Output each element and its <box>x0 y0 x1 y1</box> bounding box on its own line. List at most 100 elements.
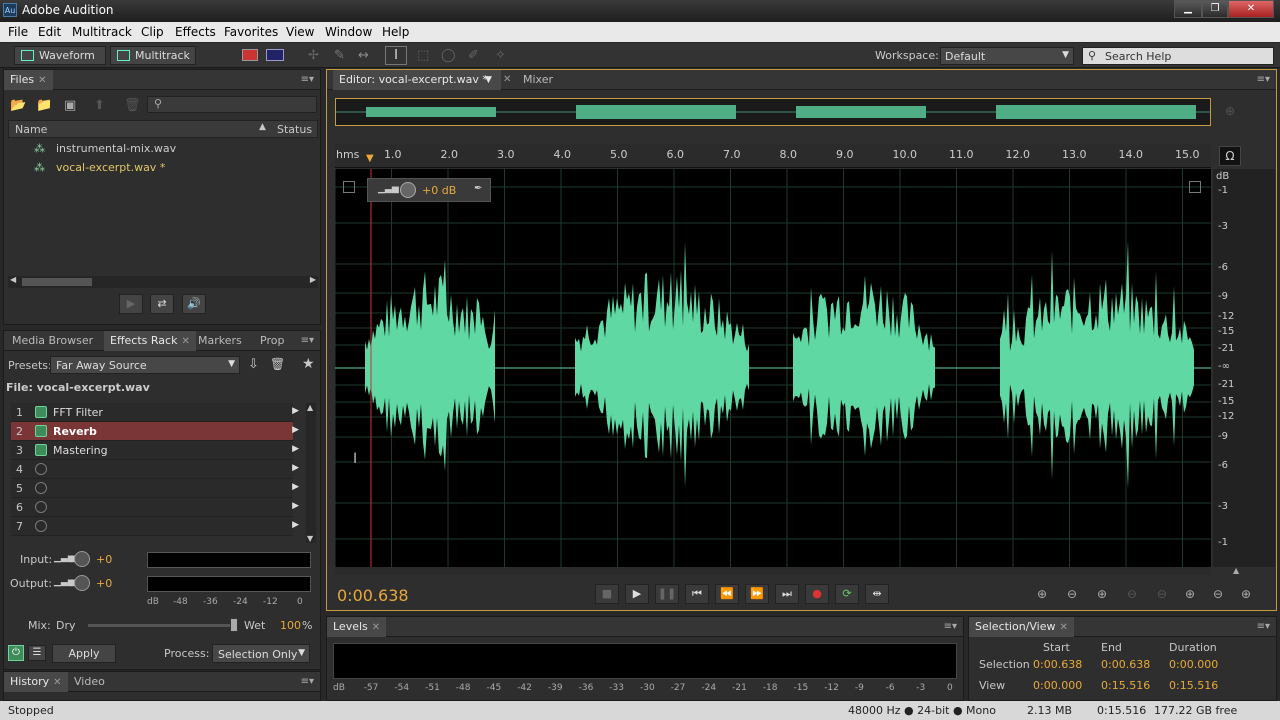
menu-multitrack[interactable]: Multitrack <box>72 25 132 39</box>
menu-effects[interactable]: Effects <box>175 25 216 39</box>
tab-properties[interactable]: Prop <box>254 331 290 351</box>
scroll-up-icon[interactable]: ▲ <box>1233 566 1239 575</box>
files-hscrollbar[interactable]: ◀ ▶ <box>8 275 318 288</box>
wet-value[interactable]: 100 <box>280 619 301 632</box>
play-preview-button[interactable]: ▶ <box>119 294 143 314</box>
chevron-right-icon[interactable]: ▶ <box>292 520 299 530</box>
playhead-marker-icon[interactable]: ▼ <box>366 153 374 164</box>
spot-healing-icon[interactable]: ✧ <box>495 48 506 63</box>
selection-duration[interactable]: 0:00.000 <box>1169 658 1218 671</box>
play-button[interactable]: ▶ <box>625 584 649 604</box>
presets-select[interactable]: Far Away Source ▼ <box>50 356 240 374</box>
close-tab-icon[interactable]: ✕ <box>181 336 189 347</box>
pin-icon[interactable]: ✒ <box>474 183 482 194</box>
power-icon[interactable] <box>35 406 47 418</box>
lasso-tool-icon[interactable]: ◯ <box>441 48 456 63</box>
import-file-icon[interactable]: 📁 <box>36 98 52 113</box>
selection-end[interactable]: 0:00.638 <box>1101 658 1150 671</box>
record-button[interactable]: ● <box>805 584 829 604</box>
scroll-up-icon[interactable]: ▲ <box>307 403 313 412</box>
effect-slot-1[interactable]: 1 FFT Filter ▶ <box>11 403 299 422</box>
zoom-selection-icon[interactable]: ⊕ <box>1241 587 1251 601</box>
output-gain-knob[interactable] <box>74 575 90 591</box>
go-to-end-button[interactable]: ⏭ <box>775 584 799 604</box>
autoplay-speaker-icon[interactable]: 🔊 <box>182 294 206 314</box>
effect-slot-4[interactable]: 4 ▶ <box>11 460 299 479</box>
effects-vscrollbar[interactable]: ▲ ▼ <box>306 403 316 543</box>
chevron-right-icon[interactable]: ▶ <box>292 501 299 511</box>
slip-tool-icon[interactable]: ↔ <box>358 48 369 63</box>
delete-preset-icon[interactable]: 🗑 <box>270 357 285 371</box>
mix-slider-handle[interactable] <box>230 618 238 632</box>
power-icon[interactable] <box>35 463 47 475</box>
apply-button[interactable]: Apply <box>52 644 116 663</box>
output-gain-value[interactable]: +0 <box>96 577 112 590</box>
loop-button[interactable]: ⟳ <box>835 584 859 604</box>
tab-markers[interactable]: Markers <box>192 331 248 351</box>
tab-editor[interactable]: Editor: vocal-excerpt.wav * ▼ <box>333 70 501 90</box>
razor-tool-icon[interactable]: ✎ <box>334 48 345 63</box>
view-duration[interactable]: 0:15.516 <box>1169 679 1218 692</box>
menu-clip[interactable]: Clip <box>141 25 164 39</box>
chevron-down-icon[interactable]: ▼ <box>485 70 492 90</box>
stop-button[interactable]: ■ <box>595 584 619 604</box>
power-icon[interactable] <box>35 520 47 532</box>
chevron-right-icon[interactable]: ▶ <box>292 463 299 473</box>
spectral-pitch-icon[interactable] <box>266 49 284 61</box>
scroll-right-icon[interactable]: ▶ <box>310 275 316 284</box>
panel-menu-icon[interactable]: ≡▾ <box>944 621 957 632</box>
panel-menu-icon[interactable]: ≡▾ <box>301 335 314 346</box>
power-icon[interactable] <box>35 482 47 494</box>
menu-window[interactable]: Window <box>325 25 372 39</box>
pause-button[interactable]: ❚❚ <box>655 584 679 604</box>
close-tab-icon[interactable]: ✕ <box>1060 622 1068 633</box>
fade-out-handle-icon[interactable] <box>1189 181 1201 193</box>
zoom-in-point-icon[interactable]: ⊕ <box>1185 587 1195 601</box>
close-tab-icon[interactable]: ✕ <box>53 677 61 688</box>
skip-selection-button[interactable]: ⇹ <box>865 584 889 604</box>
status-column-header[interactable]: Status <box>277 123 312 136</box>
horizontal-scrollbar[interactable] <box>335 567 1211 575</box>
chevron-right-icon[interactable]: ▶ <box>292 406 299 416</box>
zoom-out-amplitude-icon[interactable]: ⊖ <box>1067 587 1077 601</box>
menu-edit[interactable]: Edit <box>38 25 61 39</box>
menu-help[interactable]: Help <box>382 25 409 39</box>
rewind-button[interactable]: ⏪ <box>715 584 739 604</box>
effect-slot-5[interactable]: 5 ▶ <box>11 479 299 498</box>
zoom-out-point-icon[interactable]: ⊖ <box>1213 587 1223 601</box>
hud-gain-value[interactable]: +0 dB <box>422 184 456 197</box>
time-selection-tool-icon[interactable]: I <box>385 46 407 65</box>
go-to-start-button[interactable]: ⏮ <box>685 584 709 604</box>
panel-menu-icon[interactable]: ≡▾ <box>1257 74 1270 85</box>
effect-slot-3[interactable]: 3 Mastering ▶ <box>11 441 299 460</box>
chevron-right-icon[interactable]: ▶ <box>292 425 299 435</box>
workspace-select[interactable]: Default ▼ <box>940 47 1074 65</box>
selection-start[interactable]: 0:00.638 <box>1033 658 1082 671</box>
waveform-display[interactable] <box>334 169 1211 567</box>
scroll-down-icon[interactable]: ▼ <box>307 534 313 543</box>
close-button[interactable]: ✕ <box>1228 0 1274 18</box>
hud-volume[interactable]: ▁▃▅ +0 dB ✒ <box>367 178 491 202</box>
tab-selection-view[interactable]: Selection/View ✕ <box>969 617 1074 637</box>
open-file-icon[interactable]: 📂 <box>10 98 26 113</box>
panel-menu-icon[interactable]: ≡▾ <box>301 74 314 85</box>
tab-levels[interactable]: Levels ✕ <box>327 617 387 637</box>
fade-in-handle-icon[interactable] <box>343 181 355 193</box>
list-icon[interactable]: ☰ <box>28 645 46 661</box>
view-end[interactable]: 0:15.516 <box>1101 679 1150 692</box>
tab-mixer[interactable]: Mixer <box>517 70 559 90</box>
new-file-icon[interactable]: ▣ <box>64 98 76 113</box>
zoom-navigator-icon[interactable]: ⊕ <box>1225 104 1235 118</box>
loop-preview-icon[interactable]: ⇄ <box>150 294 174 314</box>
input-gain-value[interactable]: +0 <box>96 553 112 566</box>
close-tab-icon[interactable]: ✕ <box>372 622 380 633</box>
insert-multitrack-icon[interactable]: ⬆ <box>94 98 105 113</box>
current-time-display[interactable]: 0:00.638 <box>337 586 409 605</box>
mix-slider-track[interactable] <box>88 624 238 627</box>
minimize-button[interactable]: ▁ <box>1174 0 1202 18</box>
waveform-view-button[interactable]: Waveform <box>14 46 106 65</box>
chevron-right-icon[interactable]: ▶ <box>292 444 299 454</box>
menu-favorites[interactable]: Favorites <box>224 25 278 39</box>
tab-effects-rack[interactable]: Effects Rack ✕ <box>104 331 196 351</box>
marquee-tool-icon[interactable]: ⬚ <box>417 48 429 63</box>
